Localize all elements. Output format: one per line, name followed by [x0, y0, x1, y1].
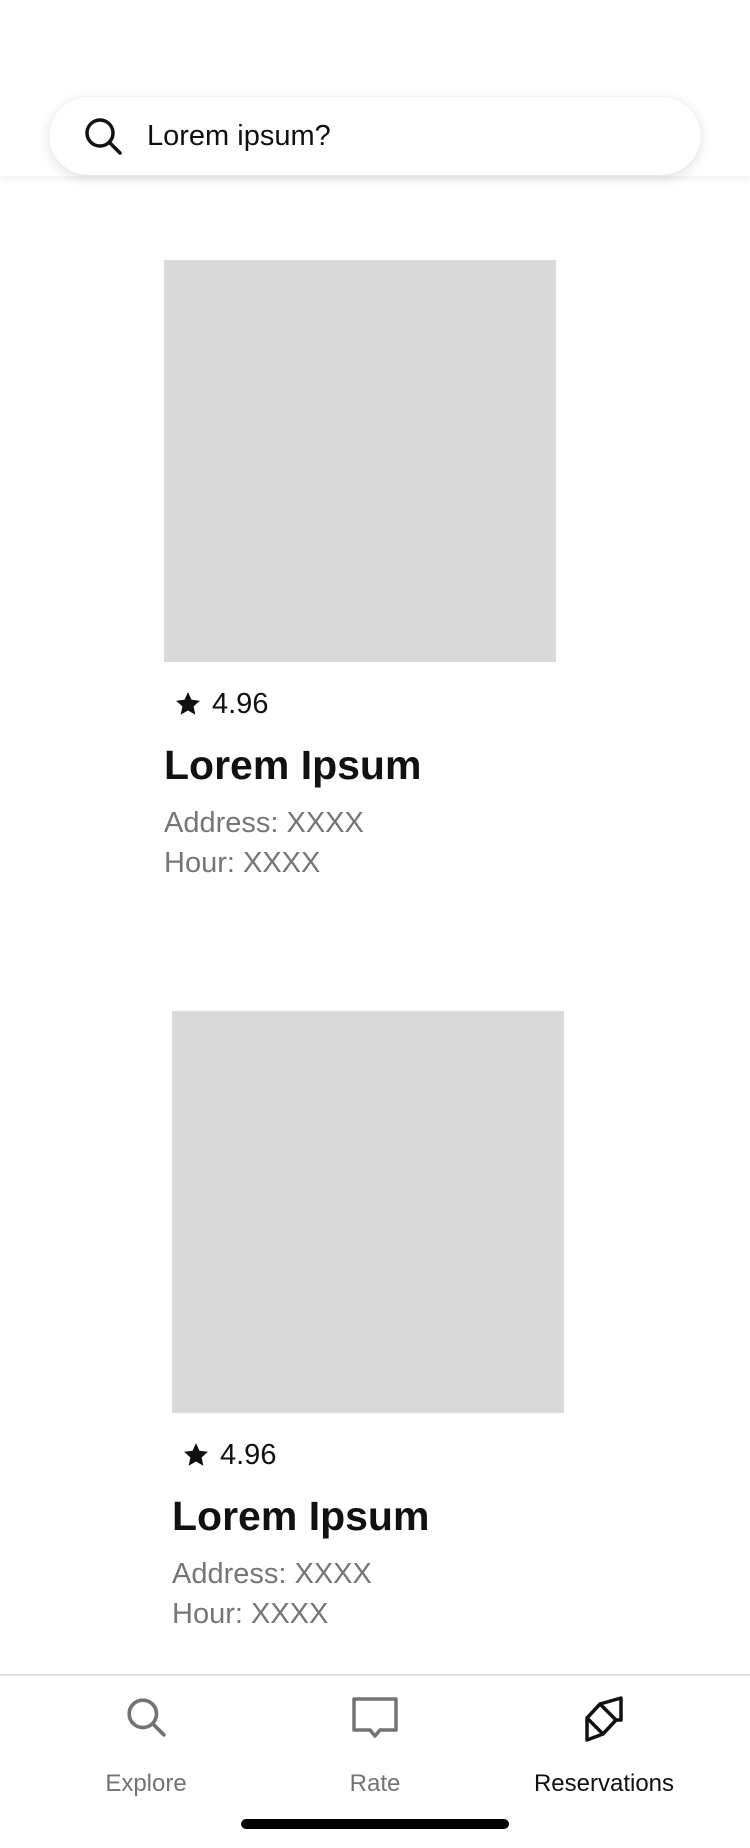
- tab-label: Rate: [349, 1770, 401, 1797]
- tab-explore[interactable]: Explore: [21, 1676, 271, 1797]
- cube-icon: [583, 1696, 625, 1747]
- listing-title[interactable]: Lorem Ipsum: [172, 1492, 572, 1540]
- listing-title[interactable]: Lorem Ipsum: [164, 741, 564, 789]
- search-input[interactable]: Lorem ipsum?: [147, 120, 331, 153]
- listing-hour: Hour: XXXX: [172, 1598, 329, 1630]
- listing-address: Address: XXXX: [172, 1558, 372, 1590]
- listing-address: Address: XXXX: [164, 807, 364, 839]
- rating-value: 4.96: [212, 687, 269, 720]
- rating: 4.96: [174, 685, 564, 723]
- tab-label: Explore: [105, 1770, 187, 1797]
- home-indicator[interactable]: [241, 1819, 509, 1829]
- rating: 4.96: [182, 1436, 572, 1474]
- tab-label: Reservations: [533, 1770, 675, 1797]
- listing-card[interactable]: 4.96 Lorem Ipsum Address: XXXX Hour: XXX…: [164, 260, 564, 883]
- search-icon: [125, 1696, 167, 1743]
- search-icon: [83, 116, 123, 156]
- rating-value: 4.96: [220, 1438, 277, 1471]
- chat-bubble-icon: [351, 1696, 399, 1747]
- star-icon: [174, 690, 202, 718]
- tab-reservations[interactable]: Reservations: [479, 1676, 729, 1797]
- listing-card[interactable]: 4.96 Lorem Ipsum Address: XXXX Hour: XXX…: [172, 1011, 572, 1634]
- tab-rate[interactable]: Rate: [250, 1676, 500, 1797]
- star-icon: [182, 1441, 210, 1469]
- listing-image[interactable]: [172, 1011, 564, 1413]
- search-bar[interactable]: Lorem ipsum?: [49, 97, 701, 175]
- listing-hour: Hour: XXXX: [164, 847, 321, 879]
- listing-image[interactable]: [164, 260, 556, 662]
